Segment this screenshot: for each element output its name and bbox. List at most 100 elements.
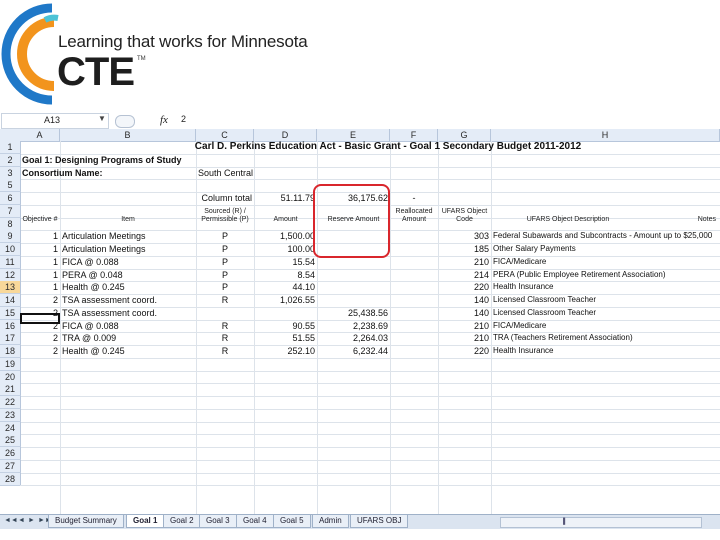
ufars-description[interactable]: PERA (Public Employee Retirement Associa… bbox=[493, 269, 718, 281]
tab-goal-3[interactable]: Goal 3 bbox=[199, 515, 237, 528]
sourced-permissible[interactable]: P bbox=[198, 281, 252, 293]
row-header-8[interactable]: 8 bbox=[0, 217, 21, 231]
amount-value[interactable]: 44.10 bbox=[256, 281, 315, 293]
ufars-description[interactable]: Federal Subawards and Subcontracts - Amo… bbox=[493, 230, 718, 242]
row-header-13[interactable]: 13 bbox=[0, 281, 21, 295]
objective-number[interactable]: 2 bbox=[22, 332, 58, 344]
formula-bar-splitter[interactable] bbox=[115, 115, 135, 128]
item-name[interactable]: Articulation Meetings bbox=[62, 243, 197, 255]
ufars-code[interactable]: 140 bbox=[440, 294, 489, 306]
ufars-description[interactable]: FICA/Medicare bbox=[493, 256, 718, 268]
item-name[interactable]: Health @ 0.245 bbox=[62, 345, 197, 357]
ufars-code[interactable]: 210 bbox=[440, 320, 489, 332]
reserve-amount-value[interactable]: 6,232.44 bbox=[319, 345, 388, 357]
reserve-amount-value[interactable]: 2,238.69 bbox=[319, 320, 388, 332]
ufars-description[interactable]: Health Insurance bbox=[493, 345, 718, 357]
row-header-6[interactable]: 6 bbox=[0, 192, 21, 205]
first-sheet-icon[interactable]: ◄◄ bbox=[4, 517, 18, 524]
scroll-thumb[interactable]: ▐ bbox=[561, 519, 567, 525]
row-header-16[interactable]: 16 bbox=[0, 319, 21, 333]
row-header-14[interactable]: 14 bbox=[0, 294, 21, 307]
amount-value[interactable]: 100.00 bbox=[256, 243, 315, 255]
sourced-permissible[interactable]: R bbox=[198, 332, 252, 344]
row-header-26[interactable]: 26 bbox=[0, 447, 21, 460]
prev-sheet-icon[interactable]: ◄ bbox=[18, 517, 25, 524]
objective-number[interactable]: 2 bbox=[22, 345, 58, 357]
sourced-permissible[interactable]: P bbox=[198, 269, 252, 281]
row-header-7[interactable]: 7 bbox=[0, 204, 21, 218]
column-header-a[interactable]: A bbox=[20, 129, 60, 142]
sourced-permissible[interactable]: P bbox=[198, 243, 252, 255]
objective-number[interactable]: 1 bbox=[22, 256, 58, 268]
ufars-description[interactable]: FICA/Medicare bbox=[493, 320, 718, 332]
ufars-description[interactable]: Licensed Classroom Teacher bbox=[493, 294, 718, 306]
item-name[interactable]: FICA @ 0.088 bbox=[62, 256, 197, 268]
objective-number[interactable]: 1 bbox=[22, 281, 58, 293]
ufars-code[interactable]: 210 bbox=[440, 256, 489, 268]
amount-value[interactable]: 90.55 bbox=[256, 320, 315, 332]
item-name[interactable]: FICA @ 0.088 bbox=[62, 320, 197, 332]
formula-input[interactable]: 2 bbox=[181, 114, 186, 124]
ufars-code[interactable]: 210 bbox=[440, 332, 489, 344]
sheet-title[interactable]: Carl D. Perkins Education Act - Basic Gr… bbox=[60, 141, 716, 153]
row-header-17[interactable]: 17 bbox=[0, 332, 21, 346]
objective-number[interactable]: 1 bbox=[22, 230, 58, 242]
amount-value[interactable]: 51.55 bbox=[256, 332, 315, 344]
ufars-code[interactable]: 185 bbox=[440, 243, 489, 255]
ufars-code[interactable]: 220 bbox=[440, 281, 489, 293]
row-header-5[interactable]: 5 bbox=[0, 179, 21, 193]
row-header-28[interactable]: 28 bbox=[0, 472, 21, 486]
tab-goal-4[interactable]: Goal 4 bbox=[236, 515, 274, 528]
amount-value[interactable]: 8.54 bbox=[256, 269, 315, 281]
item-name[interactable]: PERA @ 0.048 bbox=[62, 269, 197, 281]
row-header-1[interactable]: 1 bbox=[0, 141, 21, 154]
item-name[interactable]: TRA @ 0.009 bbox=[62, 332, 197, 344]
row-header-24[interactable]: 24 bbox=[0, 421, 21, 435]
row-header-25[interactable]: 25 bbox=[0, 434, 21, 448]
item-name[interactable]: TSA assessment coord. bbox=[62, 307, 197, 319]
row-header-15[interactable]: 15 bbox=[0, 306, 21, 320]
tab-goal-2[interactable]: Goal 2 bbox=[163, 515, 201, 528]
row-header-11[interactable]: 11 bbox=[0, 255, 21, 269]
next-sheet-icon[interactable]: ► bbox=[28, 517, 35, 524]
row-header-18[interactable]: 18 bbox=[0, 345, 21, 358]
ufars-code[interactable]: 140 bbox=[440, 307, 489, 319]
row-header-22[interactable]: 22 bbox=[0, 396, 21, 409]
row-header-9[interactable]: 9 bbox=[0, 230, 21, 244]
tab-ufars-obj[interactable]: UFARS OBJ bbox=[350, 515, 409, 528]
ufars-code[interactable]: 214 bbox=[440, 269, 489, 281]
sourced-permissible[interactable]: R bbox=[198, 294, 252, 306]
row-header-21[interactable]: 21 bbox=[0, 383, 21, 397]
ufars-description[interactable]: Health Insurance bbox=[493, 281, 718, 293]
ufars-code[interactable]: 220 bbox=[440, 345, 489, 357]
sourced-permissible[interactable]: P bbox=[198, 256, 252, 268]
sourced-permissible[interactable]: R bbox=[198, 345, 252, 357]
row-header-19[interactable]: 19 bbox=[0, 357, 21, 371]
amount-value[interactable]: 1,500.00 bbox=[256, 230, 315, 242]
chevron-down-icon[interactable]: ▼ bbox=[98, 114, 106, 123]
reserve-amount-value[interactable]: 25,438.56 bbox=[319, 307, 388, 319]
row-header-2[interactable]: 2 bbox=[0, 153, 21, 167]
row-header-10[interactable]: 10 bbox=[0, 243, 21, 256]
ufars-description[interactable]: TRA (Teachers Retirement Association) bbox=[493, 332, 718, 344]
insert-function-icon[interactable]: fx bbox=[160, 114, 168, 126]
item-name[interactable]: Health @ 0.245 bbox=[62, 281, 197, 293]
objective-number[interactable]: 1 bbox=[22, 243, 58, 255]
row-header-12[interactable]: 12 bbox=[0, 268, 21, 282]
sourced-permissible[interactable]: P bbox=[198, 230, 252, 242]
horizontal-scrollbar[interactable]: ▐ bbox=[500, 517, 702, 528]
tab-goal-1[interactable]: Goal 1 bbox=[126, 515, 165, 528]
amount-value[interactable]: 252.10 bbox=[256, 345, 315, 357]
tab-admin[interactable]: Admin bbox=[312, 515, 349, 528]
sourced-permissible[interactable]: R bbox=[198, 320, 252, 332]
item-name[interactable]: Articulation Meetings bbox=[62, 230, 197, 242]
reserve-amount-value[interactable]: 2,264.03 bbox=[319, 332, 388, 344]
tab-budget-summary[interactable]: Budget Summary bbox=[48, 515, 124, 528]
row-header-20[interactable]: 20 bbox=[0, 370, 21, 384]
tab-goal-5[interactable]: Goal 5 bbox=[273, 515, 311, 528]
objective-number[interactable]: 1 bbox=[22, 269, 58, 281]
row-header-3[interactable]: 3 bbox=[0, 166, 21, 180]
ufars-description[interactable]: Other Salary Payments bbox=[493, 243, 718, 255]
row-header-27[interactable]: 27 bbox=[0, 459, 21, 473]
ufars-description[interactable]: Licensed Classroom Teacher bbox=[493, 307, 718, 319]
